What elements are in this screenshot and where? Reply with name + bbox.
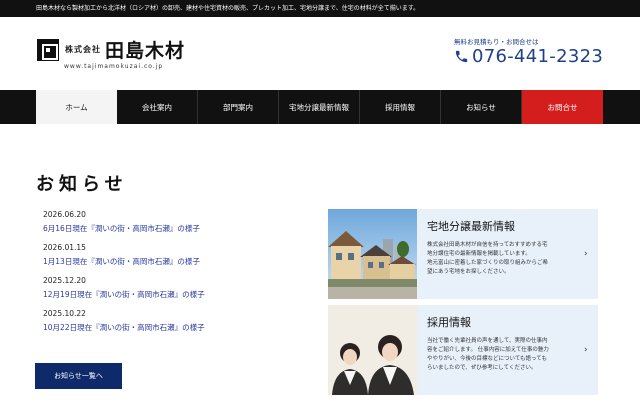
land-sales-card[interactable]: 宅地分譲最新情報 株式会社田島木材が自信を持っておすすめする宅 地分譲住宅の最新…	[328, 209, 598, 299]
nav-land-sales[interactable]: 宅地分譲最新情報	[279, 90, 360, 124]
phone-link[interactable]: 076-441-2323	[454, 46, 603, 67]
logo-url: www.tajimamokuzai.co.jp	[64, 63, 164, 70]
logo-mark-icon	[37, 38, 59, 61]
page-title: お知らせ	[36, 174, 128, 195]
recruit-card[interactable]: 採用情報 当社で働く先輩社員の声を通して、実際の仕事内 容をご紹介します。 仕事…	[328, 305, 598, 395]
card-text-line: 地元富山に密着した家づくりの取り組みからご希	[427, 260, 549, 266]
news-list-button[interactable]: お知らせ一覧へ	[35, 363, 122, 389]
news-date: 2025.10.22	[43, 309, 86, 318]
nav-contact[interactable]: お問合せ	[522, 90, 603, 124]
card-title: 宅地分譲最新情報	[427, 220, 515, 233]
phone-number: 076-441-2323	[472, 46, 604, 67]
card-text: 株式会社田島木材が自信を持っておすすめする宅 地分譲住宅の最新情報を掲載していま…	[427, 241, 567, 277]
chevron-right-icon: ›	[584, 249, 588, 259]
news-item: 2025.12.20 12月19日現在『潤いの街・高岡市石瀬』の様子	[43, 274, 303, 307]
staff-photo	[328, 305, 417, 395]
phone-icon	[455, 50, 468, 63]
card-text-line: 容をご紹介します。 仕事内容に加えて仕事の魅力	[427, 347, 549, 353]
nav-news[interactable]: お知らせ	[441, 90, 522, 124]
site-logo[interactable]: 株式会社 田島木材	[37, 36, 185, 63]
news-item: 2026.01.15 1月13日現在『潤いの街・高岡市石瀬』の様子	[43, 241, 303, 274]
news-date: 2026.01.15	[43, 243, 86, 252]
card-text-line: 株式会社田島木材が自信を持っておすすめする宅	[427, 242, 548, 248]
logo-company-name: 田島木材	[105, 40, 186, 62]
news-item: 2026.06.20 6月16日現在『潤いの街・高岡市石瀬』の様子	[43, 208, 303, 241]
top-announcement-bar: 田島木材なら製材加工から北洋材（ロシア材）の卸売、建材や住宅資材の販売、プレカッ…	[0, 0, 640, 17]
chevron-right-icon: ›	[584, 345, 588, 355]
news-date: 2026.06.20	[43, 210, 86, 219]
card-text-line: らいましたので、ぜひ参考にしてください。	[427, 365, 537, 371]
news-link[interactable]: 12月19日現在『潤いの街・高岡市石瀬』の様子	[43, 288, 303, 302]
news-link[interactable]: 6月16日現在『潤いの街・高岡市石瀬』の様子	[43, 222, 303, 236]
card-title: 採用情報	[427, 316, 471, 329]
house-photo	[328, 209, 417, 299]
card-text: 当社で働く先輩社員の声を通して、実際の仕事内 容をご紹介します。 仕事内容に加え…	[427, 337, 567, 373]
card-text-line: 望にあう宅地をお探しください。	[427, 269, 510, 275]
logo-company-type: 株式会社	[65, 45, 101, 54]
nav-home[interactable]: ホーム	[36, 90, 117, 124]
recruit-card-body: 採用情報 当社で働く先輩社員の声を通して、実際の仕事内 容をご紹介します。 仕事…	[417, 305, 567, 395]
card-text-line: ややりがい、今後の目標などについても語っても	[427, 356, 548, 362]
card-text-line: 当社で働く先輩社員の声を通して、実際の仕事内	[427, 338, 548, 344]
news-link[interactable]: 1月13日現在『潤いの街・高岡市石瀬』の様子	[43, 255, 303, 269]
nav-recruit[interactable]: 採用情報	[360, 90, 441, 124]
news-item: 2025.10.22 10月22日現在『潤いの街・高岡市石瀬』の様子	[43, 307, 303, 340]
main-nav: ホーム 会社案内 部門案内 宅地分譲最新情報 採用情報 お知らせ お問合せ	[0, 90, 640, 124]
nav-company[interactable]: 会社案内	[117, 90, 198, 124]
land-sales-card-body: 宅地分譲最新情報 株式会社田島木材が自信を持っておすすめする宅 地分譲住宅の最新…	[417, 209, 567, 299]
card-text-line: 地分譲住宅の最新情報を掲載しています。	[427, 251, 531, 257]
news-date: 2025.12.20	[43, 276, 86, 285]
contact-label: 無料お見積もり・お問合せは	[454, 38, 539, 46]
news-link[interactable]: 10月22日現在『潤いの街・高岡市石瀬』の様子	[43, 321, 303, 335]
news-list: 2026.06.20 6月16日現在『潤いの街・高岡市石瀬』の様子 2026.0…	[43, 208, 303, 340]
nav-departments[interactable]: 部門案内	[198, 90, 279, 124]
